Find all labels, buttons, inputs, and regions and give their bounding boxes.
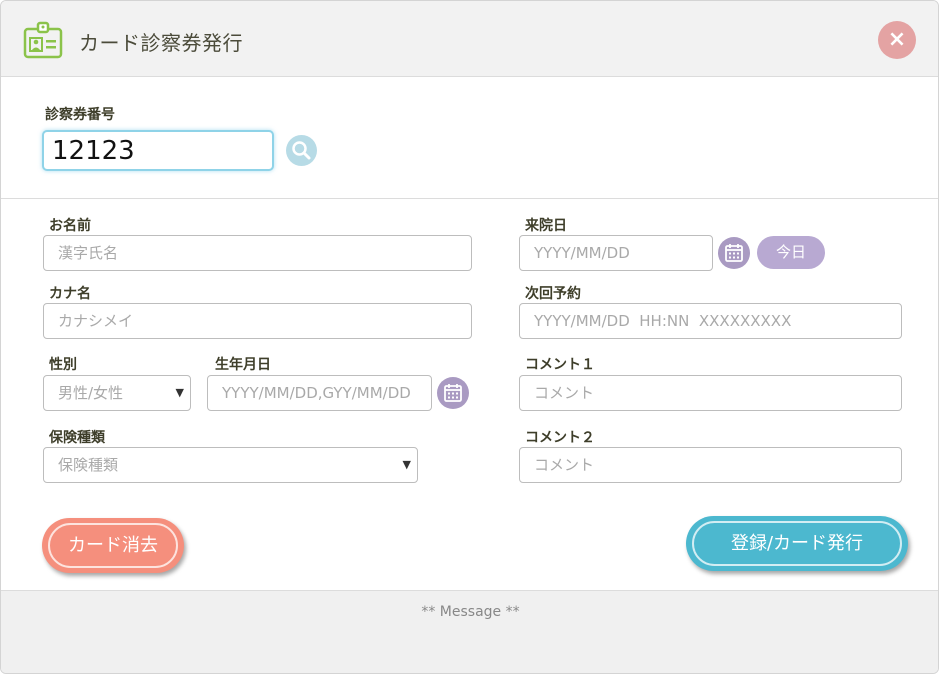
kana-label: カナ名: [49, 286, 91, 302]
comment1-label: コメント１: [525, 357, 595, 373]
close-button[interactable]: ×: [878, 21, 916, 59]
name-label: お名前: [49, 218, 91, 234]
id-card-icon: [23, 21, 63, 59]
search-icon: [292, 141, 311, 160]
clear-card-button[interactable]: カード消去: [42, 518, 184, 573]
comment1-input[interactable]: [519, 375, 902, 411]
gender-label: 性別: [49, 357, 77, 373]
clear-card-button-label: カード消去: [48, 523, 178, 568]
visit-date-label: 来院日: [525, 218, 567, 234]
search-button[interactable]: [286, 135, 317, 166]
card-number-input[interactable]: [42, 130, 274, 171]
insurance-label: 保険種類: [49, 430, 105, 446]
birthdate-input[interactable]: [207, 375, 432, 411]
card-number-label: 診察券番号: [45, 107, 115, 123]
gender-select[interactable]: 男性/女性 ▼: [43, 375, 191, 411]
visit-date-calendar-button[interactable]: [718, 237, 750, 269]
card-issue-dialog: カード診察券発行 × 診察券番号 お名前 カナ名 性別 男性/女性 ▼ 生年月日: [0, 0, 939, 674]
insurance-select-value: 保険種類: [58, 456, 119, 474]
register-issue-button[interactable]: 登録/カード発行: [686, 516, 908, 571]
dialog-title: カード診察券発行: [79, 31, 243, 55]
today-button[interactable]: 今日: [757, 236, 825, 269]
birthdate-label: 生年月日: [215, 357, 271, 373]
close-icon: ×: [887, 27, 907, 52]
insurance-select[interactable]: 保険種類 ▼: [43, 447, 418, 483]
dialog-header: カード診察券発行 ×: [1, 1, 938, 77]
gender-select-value: 男性/女性: [58, 384, 124, 402]
chevron-down-icon: ▼: [402, 458, 411, 471]
birthdate-calendar-button[interactable]: [437, 377, 469, 409]
calendar-icon: [725, 244, 743, 262]
status-message: ** Message **: [421, 604, 520, 620]
next-appointment-label: 次回予約: [525, 286, 581, 302]
calendar-icon: [444, 384, 462, 402]
comment2-input[interactable]: [519, 447, 902, 483]
message-area: ** Message **: [1, 590, 938, 673]
comment2-label: コメント２: [525, 430, 595, 446]
chevron-down-icon: ▼: [175, 386, 184, 399]
name-input[interactable]: [43, 235, 472, 271]
register-issue-button-label: 登録/カード発行: [692, 521, 902, 566]
section-divider: [1, 198, 938, 199]
visit-date-input[interactable]: [519, 235, 713, 271]
kana-input[interactable]: [43, 303, 472, 339]
next-appointment-input[interactable]: [519, 303, 902, 339]
